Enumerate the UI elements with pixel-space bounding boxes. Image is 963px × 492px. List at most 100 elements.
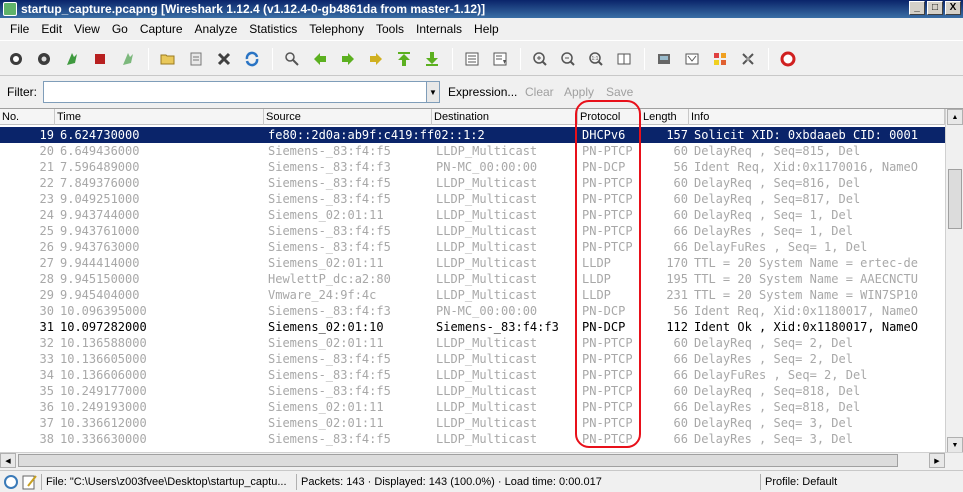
column-no[interactable]: No. <box>0 109 55 125</box>
packet-row[interactable]: 24 9.943744000 Siemens_02:01:11 LLDP_Multic… <box>0 207 945 223</box>
menu-statistics[interactable]: Statistics <box>243 22 303 36</box>
menu-analyze[interactable]: Analyze <box>189 22 244 36</box>
packet-row[interactable]: 35 10.249177000 Siemens-_83:f4:f5 LLDP_Mult… <box>0 383 945 399</box>
column-time[interactable]: Time <box>55 109 264 125</box>
packet-row[interactable]: 37 10.336612000 Siemens_02:01:11 LLDP_Multi… <box>0 415 945 431</box>
save-file-icon[interactable] <box>186 49 206 69</box>
scroll-down-icon[interactable]: ▼ <box>947 437 963 452</box>
packet-row[interactable]: 33 10.136605000 Siemens-_83:f4:f5 LLDP_Mult… <box>0 351 945 367</box>
zoom-in-icon[interactable] <box>530 49 550 69</box>
packet-row[interactable]: 23 9.049251000 Siemens-_83:f4:f5 LLDP_Multi… <box>0 191 945 207</box>
status-profile[interactable]: Profile: Default <box>760 474 960 490</box>
packet-row[interactable]: 38 10.336630000 Siemens-_83:f4:f5 LLDP_Mult… <box>0 431 945 447</box>
go-to-packet-icon[interactable] <box>366 49 386 69</box>
status-packets: Packets: 143 · Displayed: 143 (100.0%) ·… <box>296 474 756 490</box>
horizontal-scrollbar[interactable]: ◀ ▶ <box>0 452 963 468</box>
apply-button[interactable]: Apply <box>564 85 594 99</box>
filter-input[interactable] <box>43 81 427 103</box>
column-source[interactable]: Source <box>264 109 432 125</box>
packet-row[interactable]: 29 9.945404000 Vmware_24:9f:4c LLDP_Multica… <box>0 287 945 303</box>
resize-columns-icon[interactable] <box>614 49 634 69</box>
go-forward-icon[interactable] <box>338 49 358 69</box>
find-packet-icon[interactable] <box>282 49 302 69</box>
packet-row[interactable]: 30 10.096395000 Siemens-_83:f4:f3 PN-MC_00:… <box>0 303 945 319</box>
save-filter-button[interactable]: Save <box>606 85 633 99</box>
menu-tools[interactable]: Tools <box>370 22 410 36</box>
cell-time: 10.136588000 <box>60 336 147 350</box>
stop-capture-icon[interactable] <box>90 49 110 69</box>
cell-destination: LLDP_Multicast <box>436 352 538 366</box>
cell-protocol: PN-PTCP <box>582 144 633 158</box>
vertical-scroll-thumb[interactable] <box>948 169 962 229</box>
menu-internals[interactable]: Internals <box>410 22 468 36</box>
scroll-left-icon[interactable]: ◀ <box>0 453 16 468</box>
packet-row[interactable]: 19 6.624730000 fe80::2d0a:ab9f:c419:ff02::… <box>0 127 945 143</box>
packet-row[interactable]: 34 10.136606000 Siemens-_83:f4:f5 LLDP_Mult… <box>0 367 945 383</box>
maximize-button[interactable]: □ <box>927 1 943 15</box>
vertical-scrollbar[interactable]: ▲ ▼ <box>945 109 963 452</box>
start-capture-icon[interactable] <box>62 49 82 69</box>
cell-no: 30 <box>39 304 54 318</box>
packet-row[interactable]: 21 7.596489000 Siemens-_83:f4:f3 PN-MC_00:0… <box>0 159 945 175</box>
menu-edit[interactable]: Edit <box>35 22 68 36</box>
restart-capture-icon[interactable] <box>118 49 138 69</box>
menu-view[interactable]: View <box>68 22 106 36</box>
column-length[interactable]: Length <box>641 109 689 125</box>
column-protocol[interactable]: Protocol <box>578 109 641 125</box>
clear-button[interactable]: Clear <box>525 85 554 99</box>
cell-destination: LLDP_Multicast <box>436 256 538 270</box>
capture-filters-icon[interactable] <box>654 49 674 69</box>
menu-go[interactable]: Go <box>106 22 134 36</box>
packet-list[interactable]: No. Time Source Destination Protocol Len… <box>0 108 963 452</box>
packet-list-header: No. Time Source Destination Protocol Len… <box>0 109 945 125</box>
packet-row[interactable]: 22 7.849376000 Siemens-_83:f4:f5 LLDP_Multi… <box>0 175 945 191</box>
colorize-icon[interactable] <box>462 49 482 69</box>
capture-comment-icon[interactable] <box>22 474 38 490</box>
display-filters-icon[interactable] <box>682 49 702 69</box>
column-info[interactable]: Info <box>689 109 945 125</box>
go-last-icon[interactable] <box>422 49 442 69</box>
minimize-button[interactable]: _ <box>909 1 925 15</box>
scroll-up-icon[interactable]: ▲ <box>947 109 963 125</box>
coloring-rules-icon[interactable] <box>710 49 730 69</box>
expert-info-icon[interactable] <box>4 475 18 489</box>
options-icon[interactable] <box>34 49 54 69</box>
packet-row[interactable]: 31 10.097282000 Siemens_02:01:10 Siemens-_8… <box>0 319 945 335</box>
menu-file[interactable]: File <box>4 22 35 36</box>
packet-row[interactable]: 28 9.945150000 HewlettP_dc:a2:80 LLDP_Multi… <box>0 271 945 287</box>
packet-row[interactable]: 20 6.649436000 Siemens-_83:f4:f5 LLDP_Multi… <box>0 143 945 159</box>
auto-scroll-icon[interactable] <box>490 49 510 69</box>
cell-protocol: PN-PTCP <box>582 240 633 254</box>
reload-icon[interactable] <box>242 49 262 69</box>
horizontal-scroll-thumb[interactable] <box>18 454 898 467</box>
preferences-icon[interactable] <box>738 49 758 69</box>
normal-size-icon[interactable]: 1:1 <box>586 49 606 69</box>
zoom-out-icon[interactable] <box>558 49 578 69</box>
cell-length: 66 <box>673 400 688 414</box>
cell-no: 19 <box>39 128 54 142</box>
menu-help[interactable]: Help <box>468 22 505 36</box>
cell-no: 28 <box>39 272 54 286</box>
filter-dropdown-icon[interactable]: ▼ <box>426 81 440 103</box>
packet-row[interactable]: 27 9.944414000 Siemens_02:01:11 LLDP_Multic… <box>0 255 945 271</box>
column-destination[interactable]: Destination <box>432 109 578 125</box>
cell-time: 9.943763000 <box>60 240 140 254</box>
go-first-icon[interactable] <box>394 49 414 69</box>
menu-capture[interactable]: Capture <box>134 22 189 36</box>
close-button[interactable]: X <box>945 1 961 15</box>
interface-list-icon[interactable] <box>6 49 26 69</box>
menu-telephony[interactable]: Telephony <box>303 22 370 36</box>
packet-row[interactable]: 36 10.249193000 Siemens_02:01:11 LLDP_Multi… <box>0 399 945 415</box>
cell-time: 10.096395000 <box>60 304 147 318</box>
status-bar: File: "C:\Users\z003fvee\Desktop\startup… <box>0 470 963 492</box>
help-icon[interactable] <box>778 49 798 69</box>
packet-row[interactable]: 32 10.136588000 Siemens_02:01:11 LLDP_Multi… <box>0 335 945 351</box>
packet-row[interactable]: 25 9.943761000 Siemens-_83:f4:f5 LLDP_Multi… <box>0 223 945 239</box>
packet-row[interactable]: 26 9.943763000 Siemens-_83:f4:f5 LLDP_Multi… <box>0 239 945 255</box>
close-file-icon[interactable] <box>214 49 234 69</box>
open-file-icon[interactable] <box>158 49 178 69</box>
expression-button[interactable]: Expression... <box>448 85 517 99</box>
cell-length: 112 <box>666 320 688 334</box>
go-back-icon[interactable] <box>310 49 330 69</box>
scroll-right-icon[interactable]: ▶ <box>929 453 945 468</box>
